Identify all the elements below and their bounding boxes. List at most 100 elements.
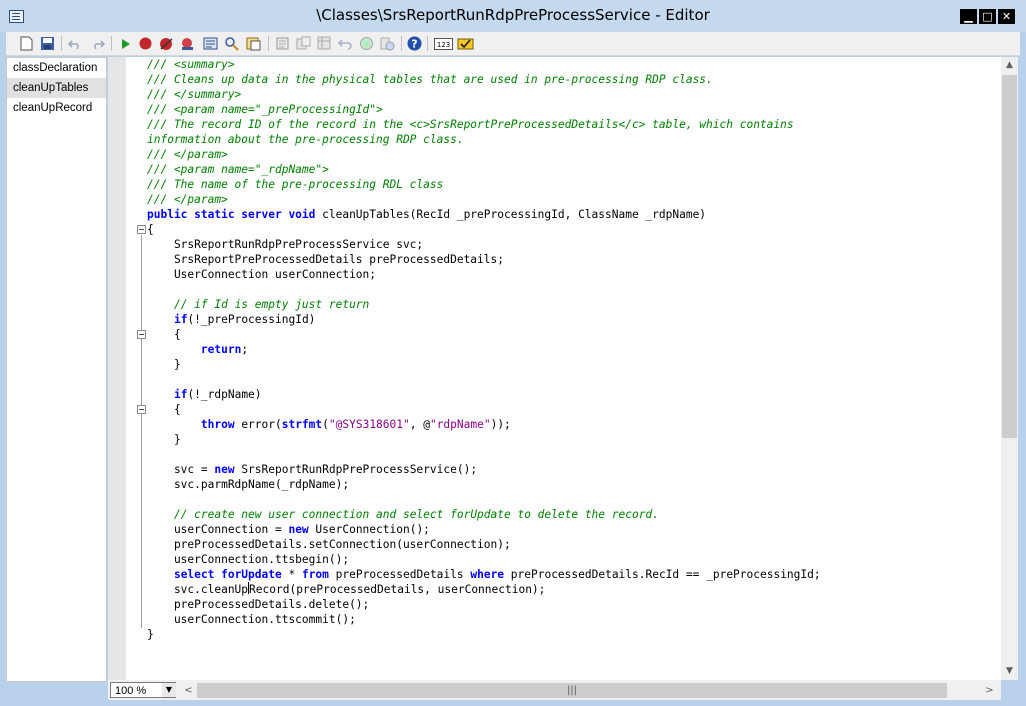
code-line[interactable]: svc = new SrsReportRunRdpPreProcessServi… (147, 462, 477, 477)
code-line[interactable]: UserConnection userConnection; (147, 267, 376, 282)
code-line[interactable]: preProcessedDetails.delete(); (147, 597, 369, 612)
status-bar: 100 % ▼ < ||| > (108, 680, 1001, 700)
code-line[interactable]: SrsReportPreProcessedDetails preProcesse… (147, 252, 504, 267)
code-comment: /// Cleans up data in the physical table… (147, 73, 713, 86)
compile-icon[interactable] (202, 35, 219, 52)
code-editor[interactable]: /// <summary> /// Cleans up data in the p… (108, 57, 1001, 680)
code-keyword: strfmt (281, 418, 323, 431)
code-line[interactable]: } (147, 357, 181, 372)
horizontal-scroll-thumb[interactable]: ||| (197, 683, 947, 698)
code-line[interactable]: // if Id is empty just return (147, 297, 369, 312)
minimize-button[interactable]: ▁ (960, 9, 977, 24)
code-line[interactable]: /// The record ID of the record in the <… (147, 117, 794, 132)
method-item-cleanuptables[interactable]: cleanUpTables (7, 78, 106, 98)
code-line[interactable]: /// Cleans up data in the physical table… (147, 72, 713, 87)
scroll-right-icon[interactable]: > (981, 682, 998, 699)
code-line[interactable]: /// </summary> (147, 87, 241, 102)
code-line[interactable]: // create new user connection and select… (147, 507, 659, 522)
scroll-up-icon[interactable]: ▲ (1001, 57, 1018, 74)
code-line[interactable]: userConnection.ttsbegin(); (147, 552, 349, 567)
svg-text:123: 123 (436, 41, 449, 49)
code-line[interactable]: return; (147, 342, 248, 357)
code-text: (!_preProcessingId) (187, 313, 316, 326)
code-line[interactable]: /// <summary> (147, 57, 235, 72)
code-line[interactable]: /// <param name="_rdpName"> (147, 162, 329, 177)
scroll-left-icon[interactable]: < (180, 682, 197, 699)
code-text: userConnection.ttscommit(); (147, 613, 356, 626)
redo-icon[interactable] (89, 35, 106, 52)
run-icon[interactable] (116, 35, 133, 52)
vertical-scrollbar[interactable]: ▲ ▼ (1001, 57, 1018, 680)
properties-icon[interactable] (274, 35, 291, 52)
code-line[interactable]: svc.cleanUpRecord(preProcessedDetails, u… (147, 582, 545, 597)
code-text: UserConnection(); (308, 523, 430, 536)
scroll-down-icon[interactable]: ▼ (1001, 663, 1018, 680)
maximize-button[interactable]: □ (979, 9, 996, 24)
breakpoint-icon[interactable] (137, 35, 154, 52)
code-line[interactable]: preProcessedDetails.setConnection(userCo… (147, 537, 511, 552)
code-line[interactable]: if(!_preProcessingId) (147, 312, 315, 327)
code-line[interactable]: SrsReportRunRdpPreProcessService svc; (147, 237, 423, 252)
method-item-cleanuprecord[interactable]: cleanUpRecord (7, 98, 106, 118)
code-line[interactable]: { (147, 222, 154, 237)
code-line[interactable]: /// </param> (147, 192, 228, 207)
close-button[interactable]: ✕ (998, 9, 1015, 24)
scripts-icon[interactable] (337, 35, 354, 52)
code-line[interactable]: if(!_rdpName) (147, 387, 262, 402)
code-line[interactable]: userConnection.ttscommit(); (147, 612, 356, 627)
toggle-breakpoint-icon[interactable] (179, 35, 196, 52)
code-line[interactable]: { (147, 327, 181, 342)
code-text: cleanUpTables(RecId _preProcessingId, Cl… (315, 208, 707, 221)
best-practices-icon[interactable] (457, 35, 474, 52)
code-keyword: return (200, 343, 242, 356)
code-line[interactable]: } (147, 627, 154, 642)
editor-window: \Classes\SrsReportRunRdpPreProcessServic… (0, 0, 1026, 706)
code-line[interactable]: /// </param> (147, 147, 228, 162)
code-text: { (147, 223, 154, 236)
list-tables-icon[interactable] (316, 35, 333, 52)
code-text: ( (322, 418, 329, 431)
code-line[interactable]: /// <param name="_preProcessingId"> (147, 102, 383, 117)
lookup-icon[interactable] (245, 35, 262, 52)
code-line[interactable]: /// The name of the pre-processing RDL c… (147, 177, 443, 192)
code-line[interactable]: userConnection = new UserConnection(); (147, 522, 430, 537)
code-text: preProcessedDetails.RecId == _preProcess… (504, 568, 821, 581)
code-text: UserConnection userConnection; (147, 268, 377, 281)
code-line[interactable]: public static server void cleanUpTables(… (147, 207, 706, 222)
code-line[interactable]: select forUpdate * from preProcessedDeta… (147, 567, 821, 582)
fold-toggle-if1[interactable] (137, 330, 146, 339)
fold-toggle-method[interactable] (137, 225, 146, 234)
numbering-icon[interactable]: 123 (433, 35, 453, 52)
code-line[interactable]: information about the pre-processing RDP… (147, 132, 464, 147)
code-string: "rdpName" (429, 418, 491, 431)
undo-icon[interactable] (66, 35, 83, 52)
save-icon[interactable] (39, 35, 56, 52)
compare-icon[interactable] (379, 35, 396, 52)
code-keyword: select forUpdate (173, 568, 282, 581)
fold-toggle-if2[interactable] (137, 405, 146, 414)
code-text: { (147, 328, 181, 341)
find-icon[interactable] (223, 35, 240, 52)
source-control-icon[interactable] (358, 35, 375, 52)
code-line[interactable]: { (147, 402, 181, 417)
code-keyword: new (288, 523, 309, 536)
code-text: Record(preProcessedDetails, userConnecti… (249, 583, 546, 596)
code-text: ; (241, 343, 249, 356)
code-line[interactable]: svc.parmRdpName(_rdpName); (147, 477, 349, 492)
horizontal-scrollbar[interactable]: < ||| > (180, 682, 998, 699)
code-text: error( (234, 418, 282, 431)
new-icon[interactable] (18, 35, 35, 52)
list-fields-icon[interactable] (295, 35, 312, 52)
code-line[interactable]: } (147, 432, 181, 447)
code-text: } (147, 628, 154, 641)
code-text: userConnection = (147, 523, 289, 536)
code-comment: /// </param> (147, 148, 228, 161)
method-item-classdeclaration[interactable]: classDeclaration (7, 58, 106, 78)
code-line[interactable]: throw error(strfmt("@SYS318601", @"rdpNa… (147, 417, 511, 432)
chevron-down-icon[interactable]: ▼ (162, 683, 176, 697)
title-bar[interactable]: \Classes\SrsReportRunRdpPreProcessServic… (0, 0, 1026, 32)
remove-breakpoints-icon[interactable] (158, 35, 175, 52)
vertical-scroll-thumb[interactable] (1002, 75, 1017, 438)
help-icon[interactable]: ? (406, 35, 423, 52)
